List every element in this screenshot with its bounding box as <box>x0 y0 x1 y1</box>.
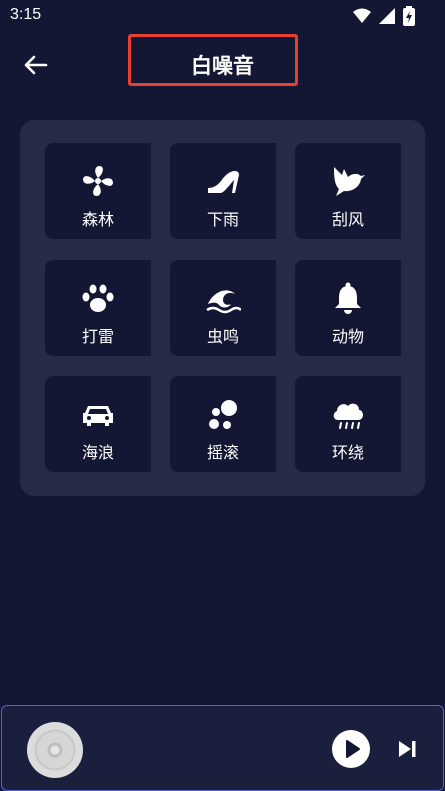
skip-next-icon <box>399 741 416 757</box>
cloud-rain-icon <box>333 403 363 429</box>
status-icons <box>353 6 415 26</box>
sound-tile-animals[interactable]: 动物 <box>295 260 401 356</box>
next-button[interactable] <box>396 738 418 760</box>
bell-icon <box>335 282 361 314</box>
status-time: 3:15 <box>10 6 42 23</box>
album-disc[interactable] <box>27 722 83 778</box>
high-heel-icon <box>208 171 239 193</box>
sound-label: 海浪 <box>81 443 114 462</box>
bubbles-icon <box>209 400 237 429</box>
sound-tile-rock[interactable]: 摇滚 <box>170 376 276 472</box>
wave-icon <box>206 290 241 314</box>
sound-tile-forest[interactable]: 森林 <box>45 143 151 239</box>
sound-label: 环绕 <box>331 443 364 462</box>
sound-label: 刮风 <box>331 210 364 229</box>
sound-tile-insects[interactable]: 虫鸣 <box>170 260 276 356</box>
play-icon <box>346 740 360 758</box>
sound-tile-wind[interactable]: 刮风 <box>295 143 401 239</box>
page-title: 白噪音 <box>191 54 254 78</box>
dove-icon <box>334 167 365 196</box>
play-button[interactable] <box>332 730 370 768</box>
player-bar <box>1 705 444 791</box>
sound-label: 打雷 <box>81 327 114 346</box>
sound-label: 森林 <box>81 210 114 229</box>
sound-label: 摇滚 <box>206 443 239 462</box>
wifi-icon <box>353 8 371 23</box>
sound-tile-rain[interactable]: 下雨 <box>170 143 276 239</box>
car-icon <box>83 406 113 426</box>
sound-label: 动物 <box>331 327 364 346</box>
sound-tile-thunder[interactable]: 打雷 <box>45 260 151 356</box>
sound-grid: 森林 下雨 刮风 打雷 虫鸣 动物 海浪 摇滚 环绕 <box>20 120 425 496</box>
signal-icon <box>379 8 395 24</box>
sound-tile-waves[interactable]: 海浪 <box>45 376 151 472</box>
sound-label: 虫鸣 <box>206 327 239 346</box>
fan-icon <box>83 166 113 196</box>
paw-icon <box>82 284 114 312</box>
sound-tile-surround[interactable]: 环绕 <box>295 376 401 472</box>
battery-icon <box>403 6 415 26</box>
sound-label: 下雨 <box>206 210 239 229</box>
status-bar: 3:15 <box>0 0 445 32</box>
